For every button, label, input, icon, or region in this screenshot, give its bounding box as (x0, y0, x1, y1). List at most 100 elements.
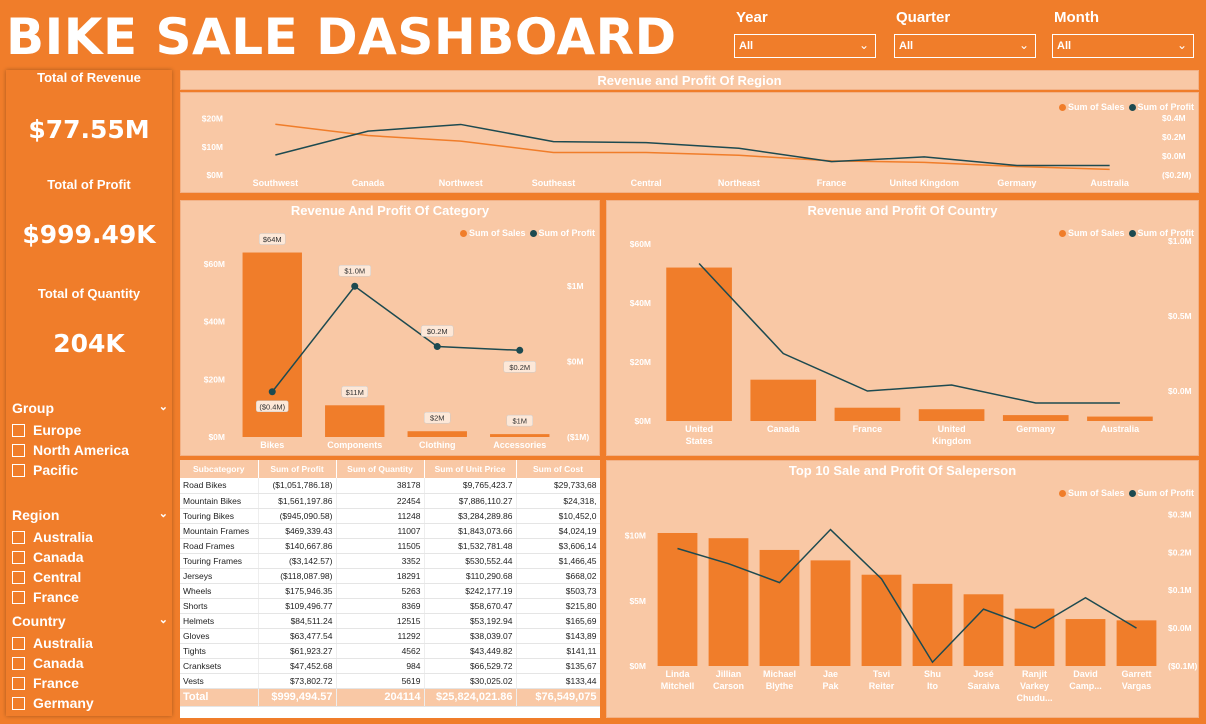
region-chart-title: Revenue and Profit Of Region (597, 73, 782, 88)
table-row[interactable]: Road Frames $140,667.86 11505 $1,532,781.48… (180, 538, 600, 554)
checkbox[interactable] (12, 443, 25, 457)
table-row[interactable]: Tights $61,923.27 4562 $43,449.82 $141,11 (180, 643, 600, 659)
table-cell: ($945,090.58) (258, 508, 337, 524)
kpi-quantity-label: Total of Quantity (37, 286, 141, 301)
table-row[interactable]: Vests $73,802.72 5619 $30,025.02 $133,44 (180, 673, 600, 689)
column-header[interactable]: Subcategory (180, 460, 259, 478)
legend-profit-label: Sum of Profit (1137, 102, 1195, 112)
checkbox[interactable] (12, 530, 25, 544)
kpi-revenue: Total of Revenue $77.55M (6, 70, 172, 144)
quarter-dropdown[interactable]: All ⌄ (894, 34, 1036, 58)
table-row[interactable]: Jerseys ($118,087.98) 18291 $110,290.68 $668… (180, 568, 600, 584)
legend-sales-label: Sum of Sales (1067, 102, 1125, 112)
table-cell: $530,552.44 (424, 553, 517, 569)
table-row[interactable]: Cranksets $47,452.68 984 $66,529.72 $135,67 (180, 658, 600, 674)
table-row[interactable]: Touring Bikes ($945,090.58) 11248 $3,284,28… (180, 508, 600, 524)
checkbox[interactable] (12, 696, 25, 710)
filter-option[interactable]: Germany (12, 693, 172, 713)
table-cell: ($1,051,786.18) (258, 478, 337, 494)
y2-tick-label: $0.2M (1168, 547, 1192, 557)
y-tick-label: $0M (634, 416, 651, 426)
table-row[interactable]: Mountain Frames $469,339.43 11007 $1,843,07… (180, 523, 600, 539)
table-cell: 11292 (336, 628, 425, 644)
checkbox[interactable] (12, 570, 25, 584)
filter-option[interactable]: Pacific (12, 460, 172, 480)
table-row[interactable]: Mountain Bikes $1,561,197.86 22454 $7,886,1… (180, 493, 600, 509)
data-label: $1.0M (344, 267, 365, 276)
filter-option[interactable]: North America (12, 440, 172, 460)
table-cell: $9,765,423.7 (424, 478, 517, 494)
y-tick-label: $10M (202, 142, 223, 152)
table-row[interactable]: Touring Frames ($3,142.57) 3352 $530,552.44… (180, 553, 600, 569)
data-label: $1M (512, 417, 527, 426)
filter-option[interactable]: Australia (12, 633, 172, 653)
x-tick-label: Jae (823, 669, 838, 679)
column-header[interactable]: Sum of Profit (258, 460, 337, 478)
country-filter-header: Country ⌄ (12, 613, 172, 633)
y-tick-label: $0M (629, 661, 646, 671)
table-cell: 5263 (336, 583, 425, 599)
table-cell: 11248 (336, 508, 425, 524)
table-row[interactable]: Road Bikes ($1,051,786.18) 38178 $9,765,423… (180, 478, 600, 494)
table-header-row: Subcategory Sum of Profit Sum of Quantit… (180, 460, 600, 478)
kpi-revenue-label: Total of Revenue (37, 70, 141, 85)
y2-tick-label: $0.0M (1162, 151, 1186, 161)
table-cell: $38,039.07 (424, 628, 517, 644)
x-tick-label: France (853, 424, 883, 434)
table-row[interactable]: Wheels $175,946.35 5263 $242,177.19 $503,73 (180, 583, 600, 599)
filter-option[interactable]: Europe (12, 420, 172, 440)
filter-option[interactable]: Canada (12, 653, 172, 673)
filter-option[interactable]: Australia (12, 527, 172, 547)
checkbox[interactable] (12, 676, 25, 690)
bar (1065, 619, 1106, 666)
x-tick-label: France (817, 178, 847, 188)
table-cell: $165,69 (516, 613, 600, 629)
checkbox[interactable] (12, 590, 25, 604)
table-cell: 5619 (336, 673, 425, 689)
checkbox[interactable] (12, 423, 25, 437)
filter-option-label: Australia (33, 635, 93, 651)
filter-option[interactable]: Central (12, 567, 172, 587)
year-dropdown[interactable]: All ⌄ (734, 34, 876, 58)
filter-option[interactable]: France (12, 673, 172, 693)
legend-sales-swatch (1058, 229, 1066, 237)
checkbox[interactable] (12, 463, 25, 477)
y-tick-label: $60M (630, 239, 651, 249)
bar (325, 405, 385, 437)
table-row[interactable]: Gloves $63,477.54 11292 $38,039.07 $143,89 (180, 628, 600, 644)
x-tick-label: Canada (352, 178, 386, 188)
table-row[interactable]: Helmets $84,511.24 12515 $53,192.94 $165,69 (180, 613, 600, 629)
x-tick-label: Germany (997, 178, 1036, 188)
group-filter-label: Group (12, 400, 54, 416)
bar (963, 594, 1004, 666)
filter-option[interactable]: Canada (12, 547, 172, 567)
table-cell: Vests (180, 673, 259, 689)
x-tick-label: Central (631, 178, 662, 188)
month-dropdown[interactable]: All ⌄ (1052, 34, 1194, 58)
checkbox[interactable] (12, 636, 25, 650)
legend-profit-swatch (529, 229, 537, 237)
column-header[interactable]: Sum of Unit Price (424, 460, 517, 478)
chevron-down-icon[interactable]: ⌄ (159, 613, 168, 626)
filter-option-label: France (33, 589, 79, 605)
column-header[interactable]: Sum of Quantity (336, 460, 425, 478)
year-slicer: Year All ⌄ (734, 4, 878, 60)
table-row[interactable]: Shorts $109,496.77 8369 $58,670.47 $215,80 (180, 598, 600, 614)
filter-option[interactable]: France (12, 587, 172, 607)
checkbox[interactable] (12, 550, 25, 564)
chevron-down-icon[interactable]: ⌄ (159, 400, 168, 413)
legend-profit-label: Sum of Profit (1137, 488, 1195, 498)
bar (912, 583, 953, 666)
table-cell: 11007 (336, 523, 425, 539)
y2-tick-label: $0.5M (1168, 311, 1192, 321)
column-header[interactable]: Sum of Cost (516, 460, 600, 478)
table-cell: $110,290.68 (424, 568, 517, 584)
chevron-down-icon[interactable]: ⌄ (159, 507, 168, 520)
table-cell: $215,80 (516, 598, 600, 614)
bar (1002, 415, 1069, 421)
table-cell: $66,529.72 (424, 658, 517, 674)
legend-profit-swatch (1128, 489, 1136, 497)
checkbox[interactable] (12, 656, 25, 670)
table-cell: Shorts (180, 598, 259, 614)
table-cell: 3352 (336, 553, 425, 569)
